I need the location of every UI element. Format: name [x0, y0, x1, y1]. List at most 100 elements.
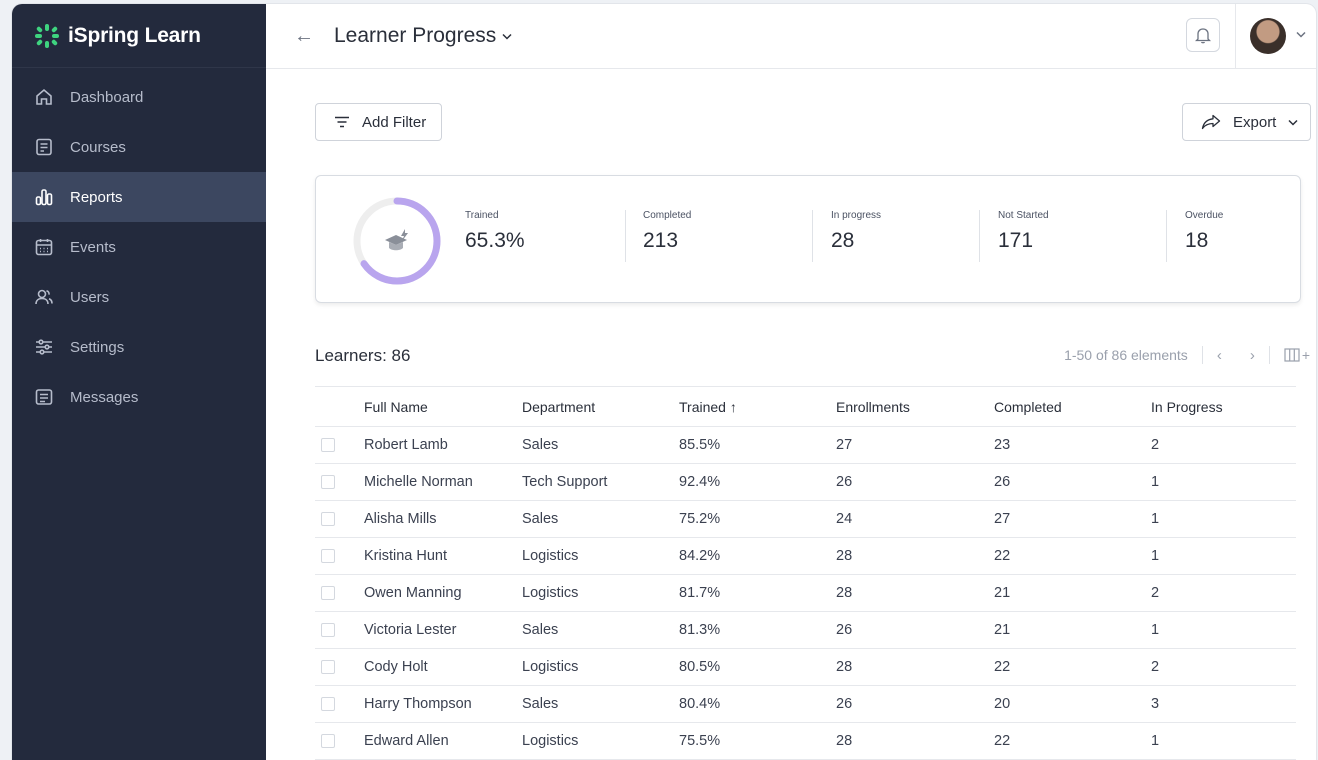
cell-full-name[interactable]: Alisha Mills — [364, 500, 522, 538]
table-row[interactable]: Alisha Mills Sales 75.2% 24 27 1 — [315, 500, 1296, 538]
cell-full-name[interactable]: Kristina Hunt — [364, 537, 522, 575]
cell-completed: 21 — [994, 574, 1151, 612]
table-row[interactable]: Cody Holt Logistics 80.5% 28 22 2 — [315, 648, 1296, 686]
bell-icon — [1195, 28, 1211, 44]
export-button[interactable]: Export — [1182, 103, 1311, 141]
plus-icon: + — [1301, 347, 1310, 363]
pager-divider — [1201, 346, 1203, 364]
row-checkbox[interactable] — [321, 623, 335, 638]
main-content: ← Learner Progress Add Filter Export Tra… — [266, 4, 1316, 760]
cell-full-name[interactable]: Michelle Norman — [364, 463, 522, 501]
cell-department: Logistics — [522, 574, 679, 612]
sidebar: iSpring Learn Dashboard Courses Reports … — [12, 4, 266, 760]
table-row[interactable]: Michelle Norman Tech Support 92.4% 26 26 1 — [315, 463, 1296, 501]
page-title[interactable]: Learner Progress — [334, 24, 496, 48]
sidebar-item-courses[interactable]: Courses — [12, 122, 266, 172]
message-icon — [34, 387, 54, 407]
cell-department: Sales — [522, 500, 679, 538]
stat-completed: Completed 213 — [643, 210, 691, 253]
column-header-full-name[interactable]: Full Name — [364, 386, 522, 427]
cell-full-name[interactable]: Robert Lamb — [364, 426, 522, 464]
cell-completed: 23 — [994, 426, 1151, 464]
cell-full-name[interactable]: Edward Allen — [364, 722, 522, 760]
notifications-button[interactable] — [1186, 18, 1220, 52]
prev-page-button[interactable]: ‹ — [1217, 347, 1222, 364]
stat-value: 28 — [831, 229, 855, 252]
back-arrow-icon[interactable]: ← — [294, 25, 314, 48]
sidebar-item-users[interactable]: Users — [12, 272, 266, 322]
brand-logo[interactable]: iSpring Learn — [12, 4, 266, 68]
cell-enrollments: 24 — [836, 500, 994, 538]
stat-label: Completed — [643, 210, 692, 221]
table-header-row: Full Name Department Trained ↑ Enrollmen… — [315, 386, 1296, 427]
stat-divider — [1166, 210, 1167, 262]
cell-completed: 22 — [994, 537, 1151, 575]
column-header-department[interactable]: Department — [522, 386, 679, 427]
sidebar-item-label: Dashboard — [70, 88, 144, 106]
row-checkbox[interactable] — [321, 734, 335, 749]
row-checkbox[interactable] — [321, 475, 335, 490]
stat-divider — [812, 210, 813, 262]
app-window: iSpring Learn Dashboard Courses Reports … — [12, 4, 1316, 760]
row-checkbox[interactable] — [321, 512, 335, 527]
trained-progress-ring — [353, 197, 441, 285]
row-checkbox[interactable] — [321, 549, 335, 564]
learners-count-heading: Learners: 86 — [315, 346, 411, 365]
row-select-cell — [315, 611, 364, 649]
column-settings-button[interactable]: + — [1284, 347, 1310, 363]
stat-trained: Trained 65.3% — [465, 210, 525, 253]
cell-department: Sales — [522, 685, 679, 723]
table-row[interactable]: Harry Thompson Sales 80.4% 26 20 3 — [315, 685, 1296, 723]
cell-department: Sales — [522, 426, 679, 464]
cell-in-progress: 1 — [1151, 611, 1296, 649]
stat-divider — [979, 210, 980, 262]
sidebar-item-dashboard[interactable]: Dashboard — [12, 72, 266, 122]
row-checkbox[interactable] — [321, 697, 335, 712]
table-row[interactable]: Robert Lamb Sales 85.5% 27 23 2 — [315, 426, 1296, 464]
avatar-chevron-down-icon[interactable] — [1296, 29, 1306, 41]
sidebar-item-reports[interactable]: Reports — [12, 172, 266, 222]
cell-department: Logistics — [522, 722, 679, 760]
row-checkbox[interactable] — [321, 660, 335, 675]
cell-full-name[interactable]: Owen Manning — [364, 574, 522, 612]
sidebar-item-messages[interactable]: Messages — [12, 372, 266, 422]
chevron-down-icon[interactable] — [502, 29, 512, 43]
row-checkbox[interactable] — [321, 438, 335, 453]
sidebar-item-settings[interactable]: Settings — [12, 322, 266, 372]
add-filter-button[interactable]: Add Filter — [315, 103, 442, 141]
cell-full-name[interactable]: Victoria Lester — [364, 611, 522, 649]
table-row[interactable]: Kristina Hunt Logistics 84.2% 28 22 1 — [315, 537, 1296, 575]
table-row[interactable]: Victoria Lester Sales 81.3% 26 21 1 — [315, 611, 1296, 649]
pagination: 1-50 of 86 elements ‹ › + — [1064, 346, 1310, 364]
sidebar-item-label: Events — [70, 238, 116, 256]
sidebar-item-label: Users — [70, 288, 110, 306]
table-row[interactable]: Owen Manning Logistics 81.7% 28 21 2 — [315, 574, 1296, 612]
cell-trained: 75.5% — [679, 722, 836, 760]
cell-trained: 85.5% — [679, 426, 836, 464]
avatar[interactable] — [1250, 18, 1286, 54]
row-checkbox[interactable] — [321, 586, 335, 601]
cell-enrollments: 27 — [836, 426, 994, 464]
cell-completed: 27 — [994, 500, 1151, 538]
cell-department: Sales — [522, 611, 679, 649]
column-header-in-progress[interactable]: In Progress — [1151, 386, 1296, 427]
stat-not-started: Not Started 171 — [998, 210, 1049, 253]
cell-enrollments: 28 — [836, 537, 994, 575]
cell-full-name[interactable]: Cody Holt — [364, 648, 522, 686]
table-row[interactable]: Edward Allen Logistics 75.5% 28 22 1 — [315, 722, 1296, 760]
cell-trained: 81.3% — [679, 611, 836, 649]
cell-enrollments: 26 — [836, 685, 994, 723]
cell-completed: 22 — [994, 722, 1151, 760]
cell-full-name[interactable]: Harry Thompson — [364, 685, 522, 723]
stat-overdue: Overdue 18 — [1185, 210, 1223, 253]
cell-department: Logistics — [522, 648, 679, 686]
cell-in-progress: 2 — [1151, 426, 1296, 464]
column-header-trained[interactable]: Trained ↑ — [679, 386, 836, 427]
cell-completed: 26 — [994, 463, 1151, 501]
cell-in-progress: 1 — [1151, 537, 1296, 575]
column-header-completed[interactable]: Completed — [994, 386, 1151, 427]
column-header-enrollments[interactable]: Enrollments — [836, 386, 994, 427]
sidebar-item-events[interactable]: Events — [12, 222, 266, 272]
next-page-button[interactable]: › — [1250, 347, 1255, 364]
row-select-cell — [315, 685, 364, 723]
